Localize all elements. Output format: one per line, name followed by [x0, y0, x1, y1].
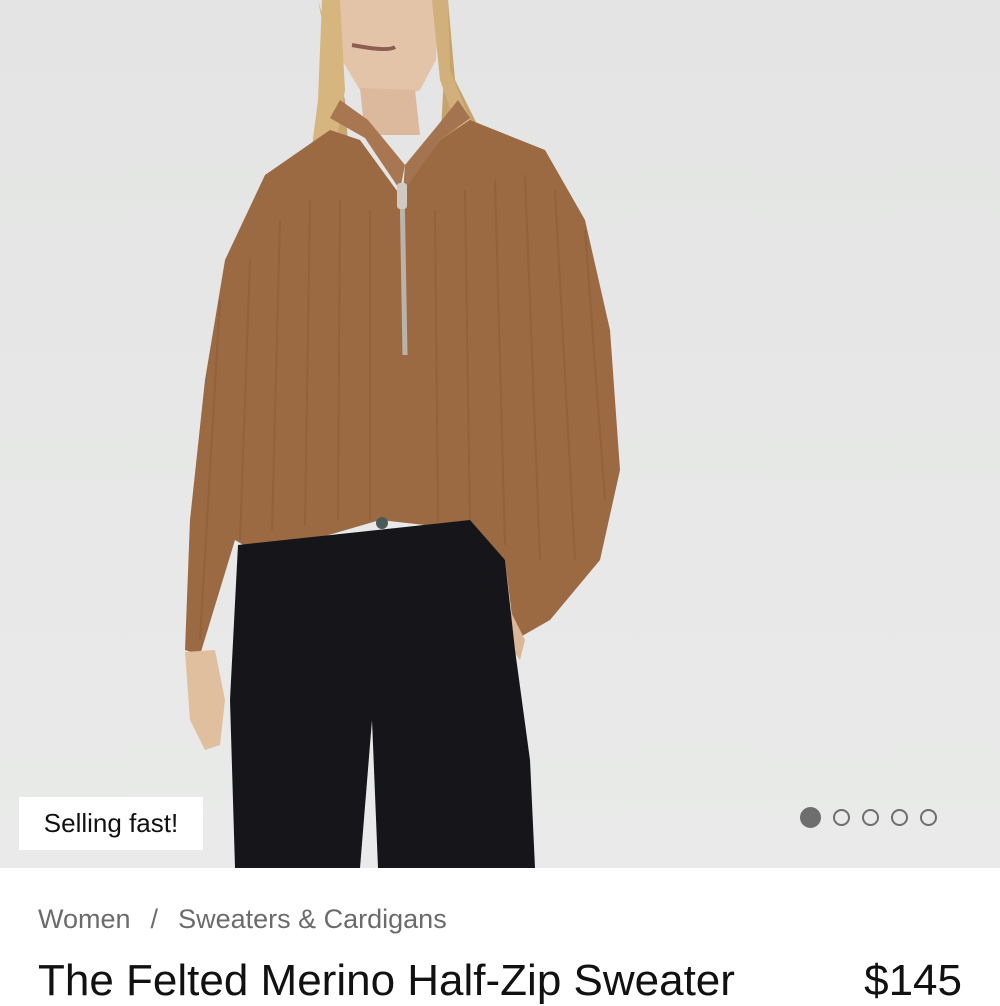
carousel-dot-3[interactable]	[862, 809, 879, 826]
carousel-dot-2[interactable]	[833, 809, 850, 826]
carousel-dot-4[interactable]	[891, 809, 908, 826]
breadcrumb-separator: /	[150, 904, 159, 934]
product-image-carousel[interactable]: Selling fast!	[0, 0, 1000, 868]
carousel-dot-5[interactable]	[920, 809, 937, 826]
breadcrumb-link-sweaters-cardigans[interactable]: Sweaters & Cardigans	[178, 904, 447, 935]
product-photo	[185, 0, 620, 868]
carousel-pagination	[800, 807, 937, 828]
product-title: The Felted Merino Half-Zip Sweater	[38, 956, 735, 1005]
product-info: Women / Sweaters & Cardigans The Felted …	[0, 868, 1000, 1005]
breadcrumb-link-women[interactable]: Women	[38, 904, 131, 935]
product-price: $145	[864, 956, 962, 1005]
selling-fast-badge: Selling fast!	[19, 797, 203, 850]
breadcrumb: Women / Sweaters & Cardigans	[38, 904, 447, 935]
carousel-dot-1[interactable]	[800, 807, 821, 828]
